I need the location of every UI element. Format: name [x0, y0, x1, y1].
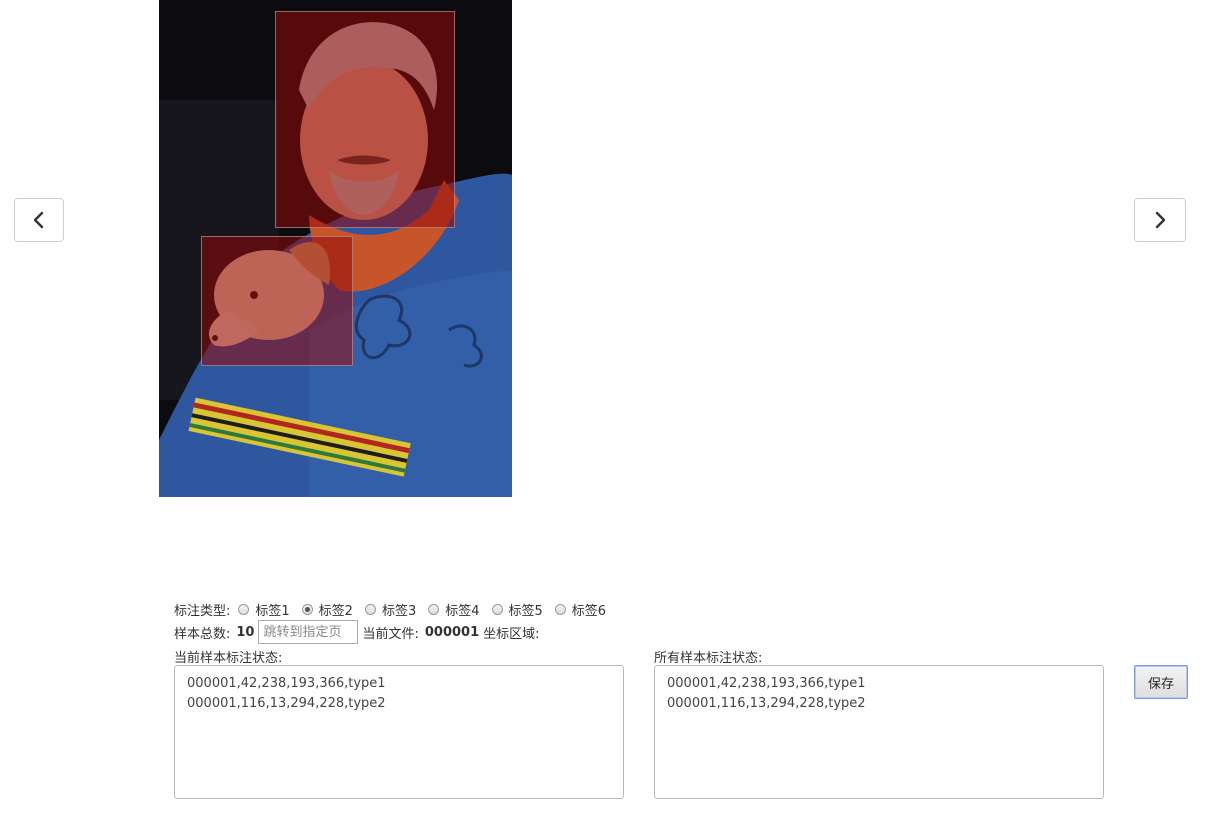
radio-button-checked[interactable] — [301, 603, 313, 615]
label-option-text: 标签2 — [318, 603, 353, 619]
label-option-6[interactable]: 标签6 — [547, 600, 606, 619]
coord-area-label: 坐标区域: — [483, 626, 540, 642]
current-status-textarea[interactable]: 000001,42,238,193,366,type1 000001,116,1… — [174, 665, 624, 799]
label-option-2[interactable]: 标签2 — [294, 600, 353, 619]
status-line: 000001,42,238,193,366,type1 — [187, 676, 386, 691]
all-status-label: 所有样本标注状态: — [654, 651, 763, 666]
annotation-page: 标注类型: 标签1 标签2 标签3 标签4 标签5 标签6 样本总数: 10 跳… — [0, 0, 1222, 828]
radio-button[interactable] — [364, 603, 376, 615]
sample-info-row: 样本总数: 10 当前文件: 000001 坐标区域: — [174, 620, 1194, 644]
label-option-text: 标签4 — [445, 603, 480, 619]
annotation-type-label: 标注类型: — [174, 603, 231, 619]
label-option-3[interactable]: 标签3 — [357, 600, 416, 619]
label-option-text: 标签6 — [571, 603, 607, 619]
label-option-4[interactable]: 标签4 — [420, 600, 480, 619]
status-line: 000001,116,13,294,228,type2 — [187, 696, 386, 711]
label-option-5[interactable]: 标签5 — [484, 600, 543, 619]
annotation-box-type1[interactable] — [201, 236, 353, 366]
radio-button[interactable] — [238, 603, 250, 615]
label-option-text: 标签3 — [381, 603, 417, 619]
status-line: 000001,116,13,294,228,type2 — [667, 696, 866, 711]
radio-button[interactable] — [554, 603, 566, 615]
annotation-box-type2[interactable] — [275, 11, 455, 228]
current-status-label: 当前样本标注状态: — [174, 651, 283, 666]
chevron-right-icon — [1155, 211, 1166, 229]
radio-button[interactable] — [491, 603, 503, 615]
save-button[interactable]: 保存 — [1134, 665, 1188, 699]
radio-button[interactable] — [428, 603, 440, 615]
jump-to-page-input[interactable] — [258, 620, 359, 644]
status-line: 000001,42,238,193,366,type1 — [667, 676, 866, 691]
label-type-row: 标注类型: 标签1 标签2 标签3 标签4 标签5 标签6 — [174, 598, 1194, 620]
annotated-photo[interactable] — [159, 0, 512, 497]
label-option-1[interactable]: 标签1 — [230, 600, 290, 619]
prev-image-button[interactable] — [14, 198, 64, 242]
total-samples-value: 10 — [236, 624, 255, 640]
current-file-value: 000001 — [424, 624, 480, 640]
label-option-text: 标签5 — [508, 603, 543, 619]
total-samples-label: 样本总数: — [174, 626, 231, 642]
label-option-text: 标签1 — [255, 603, 290, 619]
annotation-controls: 标注类型: 标签1 标签2 标签3 标签4 标签5 标签6 样本总数: 10 跳… — [174, 598, 1194, 644]
all-status-textarea[interactable]: 000001,42,238,193,366,type1 000001,116,1… — [654, 665, 1104, 799]
chevron-left-icon — [33, 211, 44, 229]
current-file-label: 当前文件: — [362, 626, 419, 642]
next-image-button[interactable] — [1134, 198, 1186, 242]
